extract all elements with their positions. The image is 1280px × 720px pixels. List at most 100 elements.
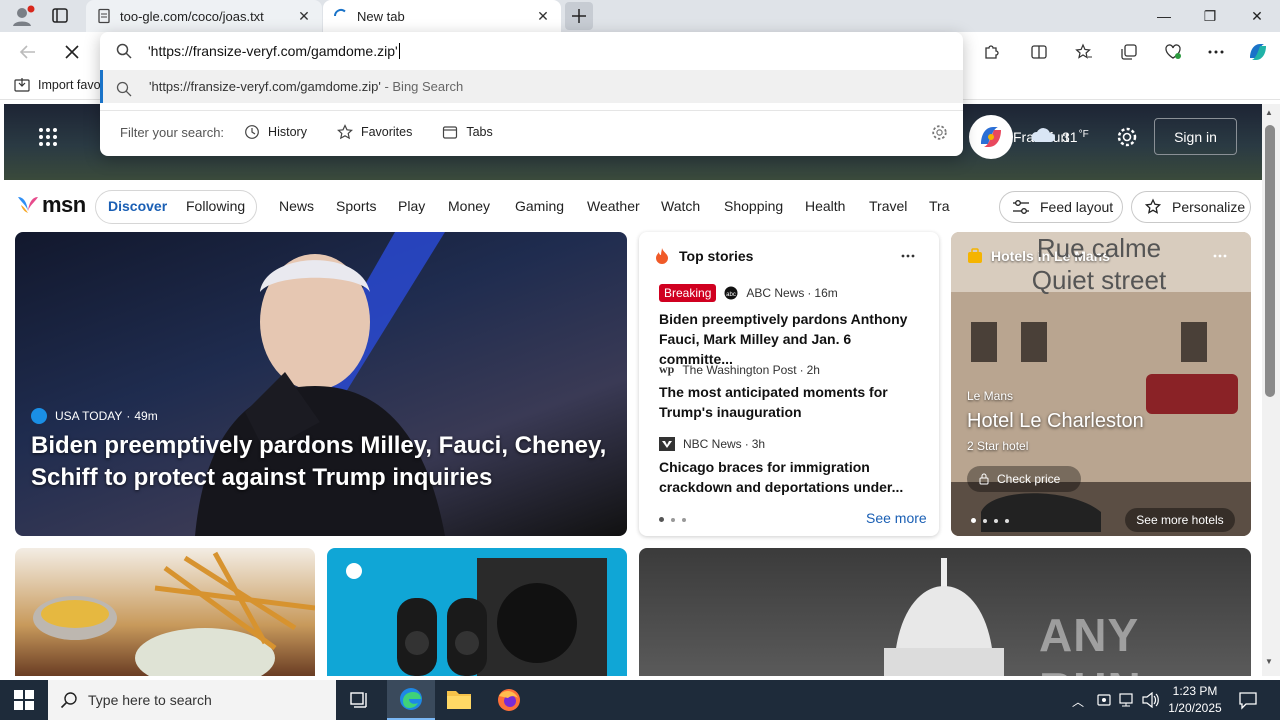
scrollbar-thumb[interactable] <box>1265 125 1275 397</box>
back-button[interactable] <box>12 36 44 68</box>
filter-tabs-label: Tabs <box>466 125 493 139</box>
task-view-button[interactable] <box>350 690 370 710</box>
scroll-down-arrow-icon[interactable]: ▼ <box>1265 657 1273 666</box>
tab-actions-icon[interactable] <box>50 7 70 25</box>
separator-dot: · <box>126 409 131 423</box>
volume-tray-icon[interactable] <box>1142 692 1160 708</box>
favorites-button[interactable] <box>1068 36 1100 68</box>
hotel-name[interactable]: Hotel Le Charleston <box>967 410 1144 433</box>
filter-history-button[interactable]: History <box>244 124 307 140</box>
settings-more-button[interactable] <box>1200 36 1232 68</box>
filter-tabs-button[interactable]: Tabs <box>442 124 493 140</box>
feed-layout-button[interactable]: Feed layout <box>999 191 1123 223</box>
tab-joas[interactable]: too-gle.com/coco/joas.txt ✕ <box>86 0 322 32</box>
show-hidden-icons-chevron-icon[interactable]: ︿ <box>1072 693 1084 710</box>
fries-photo <box>33 551 315 676</box>
story-source[interactable]: wp The Washington Post · 2h <box>659 362 820 377</box>
sign-in-button[interactable]: Sign in <box>1154 118 1237 155</box>
story-title[interactable]: The most anticipated moments for Trump's… <box>659 382 921 422</box>
close-tab-icon[interactable]: ✕ <box>535 8 551 25</box>
heartbeat-icon <box>1165 44 1181 59</box>
tabs-icon <box>443 126 458 139</box>
new-tab-button[interactable] <box>565 2 593 30</box>
address-input[interactable]: 'https://fransize-veryf.com/gamdome.zip' <box>100 32 963 70</box>
scroll-up-arrow-icon[interactable]: ▲ <box>1265 108 1273 117</box>
page-settings-button[interactable] <box>1116 126 1138 148</box>
nav-play[interactable]: Play <box>398 198 425 214</box>
security-tray-icon[interactable] <box>1096 692 1112 708</box>
hero-headline[interactable]: Biden preemptively pardons Milley, Fauci… <box>31 430 611 494</box>
divider <box>100 110 963 111</box>
windows-logo-icon <box>14 690 34 710</box>
star-edit-icon <box>1144 198 1162 214</box>
extensions-button[interactable] <box>975 36 1007 68</box>
nav-truncated[interactable]: Tra <box>929 198 951 214</box>
notification-center-button[interactable] <box>1238 690 1258 710</box>
see-more-hotels-button[interactable]: See more hotels <box>1125 508 1235 532</box>
speakers-ad-card[interactable] <box>327 548 627 676</box>
network-tray-icon[interactable] <box>1118 692 1136 708</box>
see-more-link[interactable]: See more <box>866 510 927 526</box>
hotels-card[interactable]: Hotels in Le Mans Rue calme Quiet street… <box>951 232 1251 536</box>
weather-temperature[interactable]: 31 °F <box>1062 129 1089 145</box>
stop-loading-button[interactable] <box>56 36 88 68</box>
collections-button[interactable] <box>1113 36 1145 68</box>
taskbar-clock[interactable]: 1:23 PM 1/20/2025 <box>1166 683 1224 717</box>
split-screen-button[interactable] <box>1023 36 1055 68</box>
hotels-more-button[interactable] <box>1213 254 1227 258</box>
nav-sports[interactable]: Sports <box>336 198 376 214</box>
browser-essentials-button[interactable] <box>1157 36 1189 68</box>
story-title[interactable]: Biden preemptively pardons Anthony Fauci… <box>659 309 921 369</box>
hero-source[interactable]: USA TODAY · 49m <box>31 408 158 424</box>
hero-time: 49m <box>134 409 158 423</box>
collections-icon <box>1121 44 1137 60</box>
taskbar-edge-button[interactable] <box>387 680 435 720</box>
search-suggestion[interactable]: 'https://fransize-veryf.com/gamdome.zip'… <box>100 70 963 103</box>
close-tab-icon[interactable]: ✕ <box>296 8 312 25</box>
usa-today-logo-icon <box>31 408 47 424</box>
story-title[interactable]: Chicago braces for immigration crackdown… <box>659 457 921 497</box>
taskbar-file-explorer-button[interactable] <box>446 688 472 710</box>
nav-news[interactable]: News <box>279 198 314 214</box>
import-favorites-link[interactable]: Import favo <box>14 77 101 93</box>
msn-logo[interactable]: msn <box>16 192 86 218</box>
nbc-news-logo-icon <box>659 437 675 451</box>
nav-health[interactable]: Health <box>805 198 845 214</box>
story-source-name: NBC News <box>683 437 742 451</box>
carousel-dots[interactable] <box>971 518 1009 523</box>
personalize-button[interactable]: Personalize <box>1131 191 1251 223</box>
tab-discover[interactable]: Discover <box>108 198 167 214</box>
story-source[interactable]: Breaking abc ABC News · 16m <box>659 284 838 302</box>
taskbar-search-box[interactable]: Type here to search <box>48 680 336 720</box>
copilot-search-button[interactable] <box>969 115 1013 159</box>
search-icon <box>116 81 132 97</box>
apps-grid-button[interactable] <box>38 127 58 147</box>
nav-weather[interactable]: Weather <box>587 198 640 214</box>
taskbar-firefox-button[interactable] <box>496 687 522 713</box>
carousel-dots[interactable] <box>659 517 686 522</box>
tab-following[interactable]: Following <box>186 198 245 214</box>
check-price-button[interactable]: Check price <box>967 466 1081 492</box>
restore-button[interactable]: ❐ <box>1187 0 1233 32</box>
folder-icon <box>447 691 471 709</box>
food-news-card[interactable] <box>15 548 315 676</box>
nav-shopping[interactable]: Shopping <box>724 198 783 214</box>
copilot-button[interactable] <box>1242 36 1274 68</box>
more-dots-icon <box>901 254 915 258</box>
filter-favorites-button[interactable]: Favorites <box>336 124 412 140</box>
profile-avatar-icon[interactable] <box>10 4 36 28</box>
hero-news-card[interactable]: USA TODAY · 49m Biden preemptively pardo… <box>15 232 627 536</box>
nav-watch[interactable]: Watch <box>661 198 700 214</box>
search-settings-button[interactable] <box>931 124 948 141</box>
minimize-button[interactable]: — <box>1141 0 1187 32</box>
close-window-button[interactable]: ✕ <box>1234 0 1280 32</box>
lock-icon <box>979 473 989 485</box>
nav-gaming[interactable]: Gaming <box>515 198 564 214</box>
top-stories-more-button[interactable] <box>901 254 915 258</box>
nav-money[interactable]: Money <box>448 198 490 214</box>
nav-travel[interactable]: Travel <box>869 198 907 214</box>
tab-new-tab[interactable]: New tab ✕ <box>323 0 561 32</box>
start-button[interactable] <box>14 690 34 710</box>
capitol-news-card[interactable]: ANY RUN <box>639 548 1251 676</box>
story-source[interactable]: NBC News · 3h <box>659 437 765 451</box>
